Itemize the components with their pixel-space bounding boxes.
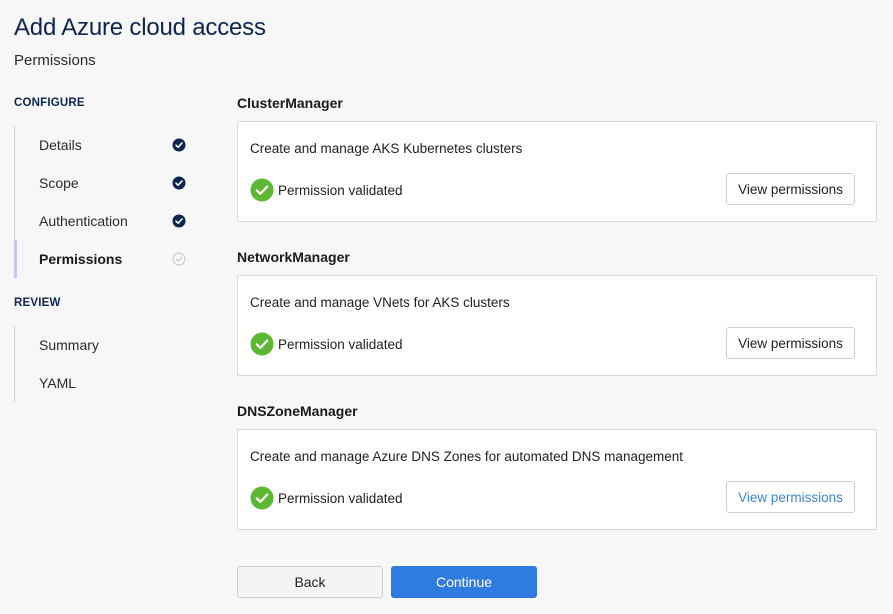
success-check-icon: [250, 486, 274, 510]
permission-title: NetworkManager: [237, 249, 350, 265]
permission-title: ClusterManager: [237, 95, 343, 111]
permission-description: Create and manage VNets for AKS clusters: [250, 295, 510, 310]
step-label: YAML: [39, 375, 77, 391]
step-scope[interactable]: Scope: [15, 164, 194, 202]
step-label: Summary: [39, 337, 99, 353]
success-check-icon: [250, 332, 274, 356]
check-outline-icon: [172, 252, 186, 266]
check-filled-icon: [172, 138, 186, 152]
permission-card-dns-zone-manager: Create and manage Azure DNS Zones for au…: [237, 429, 877, 530]
step-label: Scope: [39, 175, 79, 191]
check-filled-icon: [172, 214, 186, 228]
permission-card-network-manager: Create and manage VNets for AKS clusters…: [237, 275, 877, 376]
step-authentication[interactable]: Authentication: [15, 202, 194, 240]
step-yaml[interactable]: YAML: [15, 364, 194, 402]
step-summary[interactable]: Summary: [15, 326, 194, 364]
check-filled-icon: [172, 176, 186, 190]
wizard-sidebar: CONFIGURE Details Scope Authentication P…: [0, 0, 210, 614]
review-section-label: REVIEW: [14, 297, 61, 309]
permission-title: DNSZoneManager: [237, 403, 358, 419]
continue-button[interactable]: Continue: [391, 566, 537, 598]
step-details[interactable]: Details: [15, 126, 194, 164]
step-label: Details: [39, 137, 82, 153]
permission-status-text: Permission validated: [278, 336, 403, 352]
view-permissions-button[interactable]: View permissions: [726, 173, 855, 205]
view-permissions-button[interactable]: View permissions: [726, 327, 855, 359]
permission-description: Create and manage Azure DNS Zones for au…: [250, 449, 683, 464]
step-label: Authentication: [39, 213, 128, 229]
permission-status-text: Permission validated: [278, 182, 403, 198]
view-permissions-button[interactable]: View permissions: [726, 481, 855, 513]
step-label: Permissions: [39, 251, 123, 267]
permission-card-cluster-manager: Create and manage AKS Kubernetes cluster…: [237, 121, 877, 222]
step-permissions[interactable]: Permissions: [14, 240, 194, 278]
permission-status: Permission validated: [250, 332, 403, 356]
configure-section-label: CONFIGURE: [14, 97, 85, 109]
permission-status-text: Permission validated: [278, 490, 403, 506]
permission-description: Create and manage AKS Kubernetes cluster…: [250, 141, 523, 156]
permission-status: Permission validated: [250, 178, 403, 202]
success-check-icon: [250, 178, 274, 202]
configure-steps: Details Scope Authentication Permissions: [14, 126, 194, 278]
permission-status: Permission validated: [250, 486, 403, 510]
review-steps: Summary YAML: [14, 326, 194, 402]
back-button[interactable]: Back: [237, 566, 383, 598]
